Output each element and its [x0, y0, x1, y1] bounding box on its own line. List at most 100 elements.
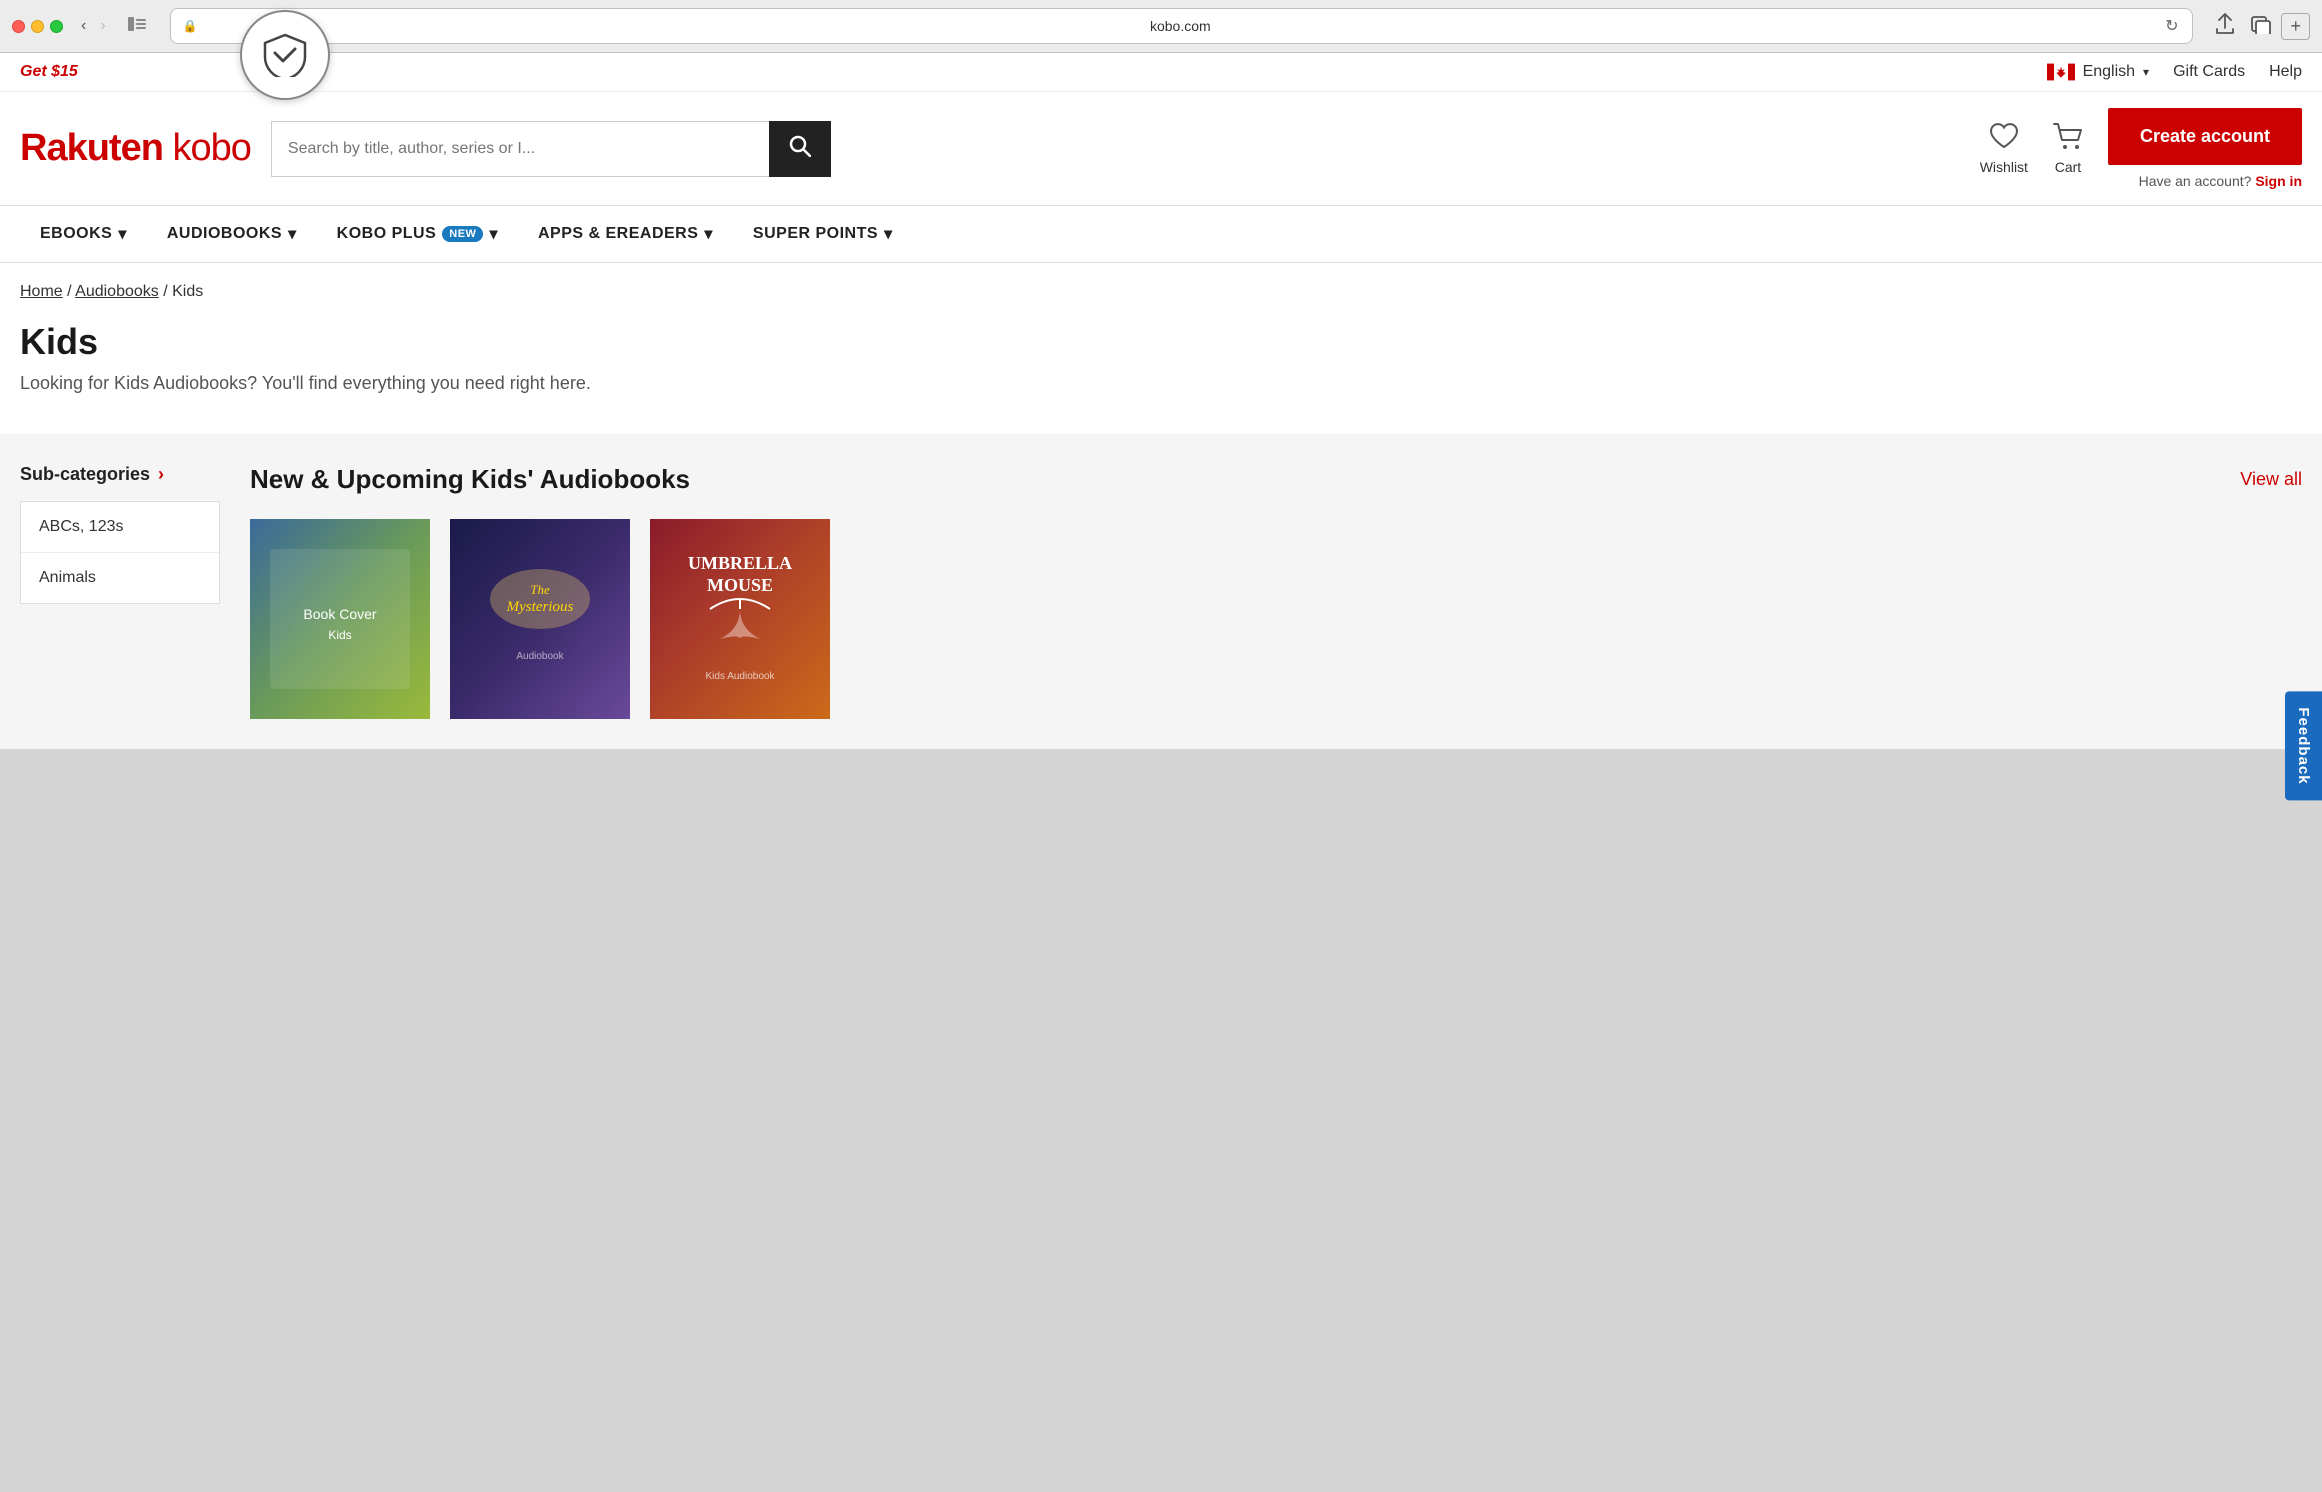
book-card-2[interactable]: The Mysterious Audiobook: [450, 519, 630, 719]
sidebar: Sub-categories › ABCs, 123s Animals: [20, 464, 220, 719]
nav-item-audiobooks[interactable]: AUDIOBOOKS ▾: [147, 206, 317, 262]
breadcrumb-sep-2: /: [163, 283, 172, 300]
wishlist-button[interactable]: Wishlist: [1980, 122, 2028, 175]
nav-chevron-kobo-plus: ▾: [489, 224, 498, 244]
traffic-lights: [12, 20, 63, 33]
page-title: Kids: [20, 321, 2302, 363]
minimize-window-button[interactable]: [31, 20, 44, 33]
breadcrumb-sep-1: /: [67, 283, 75, 300]
breadcrumb-kids: Kids: [172, 283, 203, 300]
site-logo[interactable]: Rakuten kobo: [20, 127, 251, 170]
svg-text:Audiobook: Audiobook: [516, 651, 564, 662]
new-badge: NEW: [442, 226, 483, 242]
browser-chrome: ‹ › 🔒 kobo.com ↻: [0, 0, 2322, 53]
language-selector[interactable]: English ▾: [2047, 63, 2150, 81]
main-navigation: eBOOKS ▾ AUDIOBOOKS ▾ KOBO PLUS NEW ▾ AP…: [0, 205, 2322, 263]
subcategories-chevron-icon: ›: [158, 464, 164, 485]
svg-text:UMBRELLA: UMBRELLA: [688, 553, 792, 573]
search-input[interactable]: [271, 121, 769, 177]
new-tab-button[interactable]: [2245, 10, 2277, 43]
forward-button[interactable]: ›: [94, 13, 111, 39]
nav-label-ebooks: eBOOKS: [40, 225, 112, 243]
back-button[interactable]: ‹: [75, 13, 92, 39]
breadcrumb-audiobooks[interactable]: Audiobooks: [75, 283, 159, 300]
svg-text:Kids Audiobook: Kids Audiobook: [706, 671, 776, 682]
svg-text:Book Cover: Book Cover: [303, 606, 376, 622]
reload-button[interactable]: ↻: [2163, 14, 2180, 38]
sub-content-area: Sub-categories › ABCs, 123s Animals New …: [0, 434, 2322, 749]
section-header: New & Upcoming Kids' Audiobooks View all: [250, 464, 2302, 495]
account-area: Create account Have an account? Sign in: [2108, 108, 2302, 189]
top-bar-right: English ▾ Gift Cards Help: [2047, 63, 2302, 81]
browser-nav-buttons: ‹ ›: [75, 13, 112, 39]
site-header: Rakuten kobo: [0, 92, 2322, 205]
nav-label-apps-ereaders: APPS & eREADERS: [538, 225, 698, 243]
view-all-link[interactable]: View all: [2240, 469, 2302, 490]
nav-chevron-audiobooks: ▾: [288, 224, 297, 244]
section-title: New & Upcoming Kids' Audiobooks: [250, 464, 690, 495]
svg-text:The: The: [530, 582, 550, 597]
nav-item-apps-ereaders[interactable]: APPS & eREADERS ▾: [518, 206, 733, 262]
pocket-extension-icon[interactable]: [240, 10, 330, 100]
add-tab-button[interactable]: +: [2281, 13, 2310, 40]
svg-text:MOUSE: MOUSE: [707, 575, 773, 595]
breadcrumb: Home / Audiobooks / Kids: [20, 283, 2302, 301]
breadcrumb-home[interactable]: Home: [20, 283, 63, 300]
header-actions: Wishlist Cart Create account: [1980, 108, 2302, 189]
search-container: [271, 121, 831, 177]
subcategory-list: ABCs, 123s Animals: [20, 501, 220, 604]
search-button[interactable]: [769, 121, 831, 177]
book-card-3[interactable]: UMBRELLA MOUSE Kids Audiobook: [650, 519, 830, 719]
url-text: kobo.com: [204, 18, 2157, 34]
help-link[interactable]: Help: [2269, 63, 2302, 81]
book-cover-2: The Mysterious Audiobook: [450, 519, 630, 719]
nav-chevron-super-points: ▾: [884, 224, 893, 244]
svg-text:Mysterious: Mysterious: [506, 599, 574, 615]
create-account-button[interactable]: Create account: [2108, 108, 2302, 165]
cart-button[interactable]: Cart: [2052, 122, 2084, 175]
sign-in-link[interactable]: Sign in: [2255, 173, 2302, 189]
logo-text: Rakuten kobo: [20, 127, 251, 170]
nav-item-super-points[interactable]: SUPER POINTS ▾: [733, 206, 913, 262]
nav-label-kobo-plus: KOBO PLUS: [337, 225, 437, 243]
offer-text[interactable]: Get $15: [20, 63, 78, 81]
browser-toolbar: ‹ › 🔒 kobo.com ↻: [0, 0, 2322, 52]
nav-list: eBOOKS ▾ AUDIOBOOKS ▾ KOBO PLUS NEW ▾ AP…: [20, 206, 2302, 262]
canadian-flag-icon: [2047, 63, 2075, 81]
books-section: New & Upcoming Kids' Audiobooks View all: [250, 464, 2302, 719]
book-cover-3: UMBRELLA MOUSE Kids Audiobook: [650, 519, 830, 719]
subcategory-item-animals[interactable]: Animals: [21, 553, 219, 603]
top-bar: Get $15 English ▾ Gift Cards Hel: [0, 53, 2322, 92]
language-text: English: [2083, 63, 2135, 81]
share-button[interactable]: [2209, 9, 2241, 44]
feedback-tab[interactable]: Feedback: [2285, 691, 2322, 800]
wishlist-label: Wishlist: [1980, 159, 2028, 175]
close-window-button[interactable]: [12, 20, 25, 33]
cart-icon: [2052, 122, 2084, 157]
cart-label: Cart: [2055, 159, 2081, 175]
subcategories-label: Sub-categories: [20, 464, 150, 485]
lock-icon: 🔒: [183, 19, 198, 33]
nav-label-super-points: SUPER POINTS: [753, 225, 878, 243]
address-bar[interactable]: 🔒 kobo.com ↻: [170, 8, 2194, 44]
nav-label-audiobooks: AUDIOBOOKS: [167, 225, 282, 243]
subcategory-item-abcs[interactable]: ABCs, 123s: [21, 502, 219, 553]
content-area: Home / Audiobooks / Kids Kids Looking fo…: [0, 263, 2322, 434]
nav-chevron-ebooks: ▾: [118, 224, 127, 244]
browser-actions: +: [2209, 9, 2310, 44]
nav-item-ebooks[interactable]: eBOOKS ▾: [20, 206, 147, 262]
heart-icon: [1989, 122, 2019, 157]
nav-chevron-apps: ▾: [704, 224, 713, 244]
fullscreen-window-button[interactable]: [50, 20, 63, 33]
book-card-1[interactable]: Book Cover Kids: [250, 519, 430, 719]
book-cover-1: Book Cover Kids: [250, 519, 430, 719]
have-account-text: Have an account? Sign in: [2139, 173, 2302, 189]
language-chevron-icon: ▾: [2143, 65, 2149, 79]
page-subtitle: Looking for Kids Audiobooks? You'll find…: [20, 373, 2302, 394]
nav-item-kobo-plus[interactable]: KOBO PLUS NEW ▾: [317, 206, 518, 262]
sidebar-toggle-button[interactable]: [120, 13, 154, 40]
svg-text:Kids: Kids: [328, 628, 351, 642]
subcategories-title[interactable]: Sub-categories ›: [20, 464, 220, 485]
gift-cards-link[interactable]: Gift Cards: [2173, 63, 2245, 81]
books-grid: Book Cover Kids: [250, 519, 2302, 719]
